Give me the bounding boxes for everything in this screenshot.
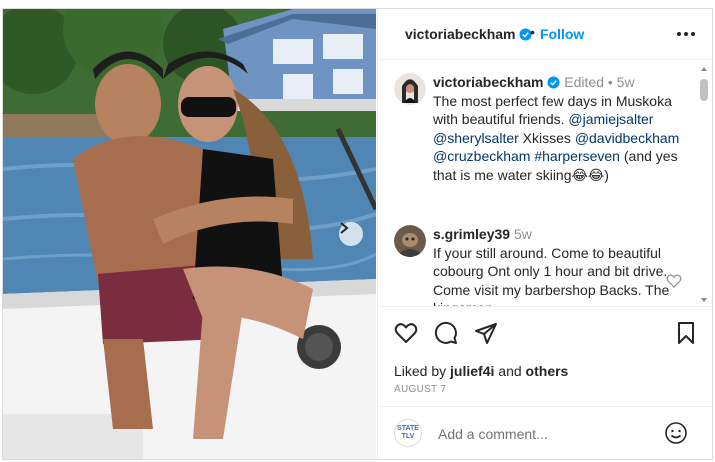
comments-clip: s.grimley39 5w If your still around. Com…: [378, 9, 712, 306]
scrollbar-thumb[interactable]: [700, 79, 708, 101]
comment-text: If your still around. Come to beautiful …: [433, 244, 670, 307]
emoji-icon[interactable]: [664, 421, 688, 445]
chevron-right-icon: [340, 222, 349, 234]
comment-item: s.grimley39 5w If your still around. Com…: [433, 225, 673, 306]
post-dialog: victoriabeckham • Follow victoriabeckham…: [2, 8, 713, 460]
liked-by-user[interactable]: julief4i: [450, 363, 494, 379]
like-comment-icon[interactable]: [666, 273, 682, 289]
next-photo-button[interactable]: [339, 222, 363, 246]
bookmark-icon[interactable]: [674, 321, 698, 345]
comment-age[interactable]: 5w: [514, 226, 532, 242]
liked-by-others[interactable]: others: [526, 363, 569, 379]
composer-avatar-line1: STATE: [397, 425, 419, 432]
composer-avatar[interactable]: STATE TLV: [394, 419, 422, 447]
comment-input[interactable]: [438, 424, 658, 444]
share-icon[interactable]: [474, 321, 498, 345]
liked-by-prefix: Liked by: [394, 363, 451, 379]
liked-by-summary: Liked by julief4i and others: [394, 363, 568, 379]
composer-avatar-line2: TLV: [401, 433, 415, 440]
photo-illustration: [3, 9, 376, 459]
post-photo[interactable]: [3, 9, 376, 459]
heart-icon[interactable]: [394, 321, 418, 345]
comment-author[interactable]: s.grimley39: [433, 226, 510, 242]
comment-composer: STATE TLV: [378, 406, 712, 459]
post-actions: Liked by julief4i and others AUGUST 7 ST…: [378, 306, 712, 459]
liked-by-middle: and: [494, 363, 526, 379]
post-side-panel: victoriabeckham • Follow victoriabeckham…: [377, 9, 712, 459]
comment-icon[interactable]: [434, 321, 458, 345]
post-date[interactable]: AUGUST 7: [394, 384, 446, 395]
